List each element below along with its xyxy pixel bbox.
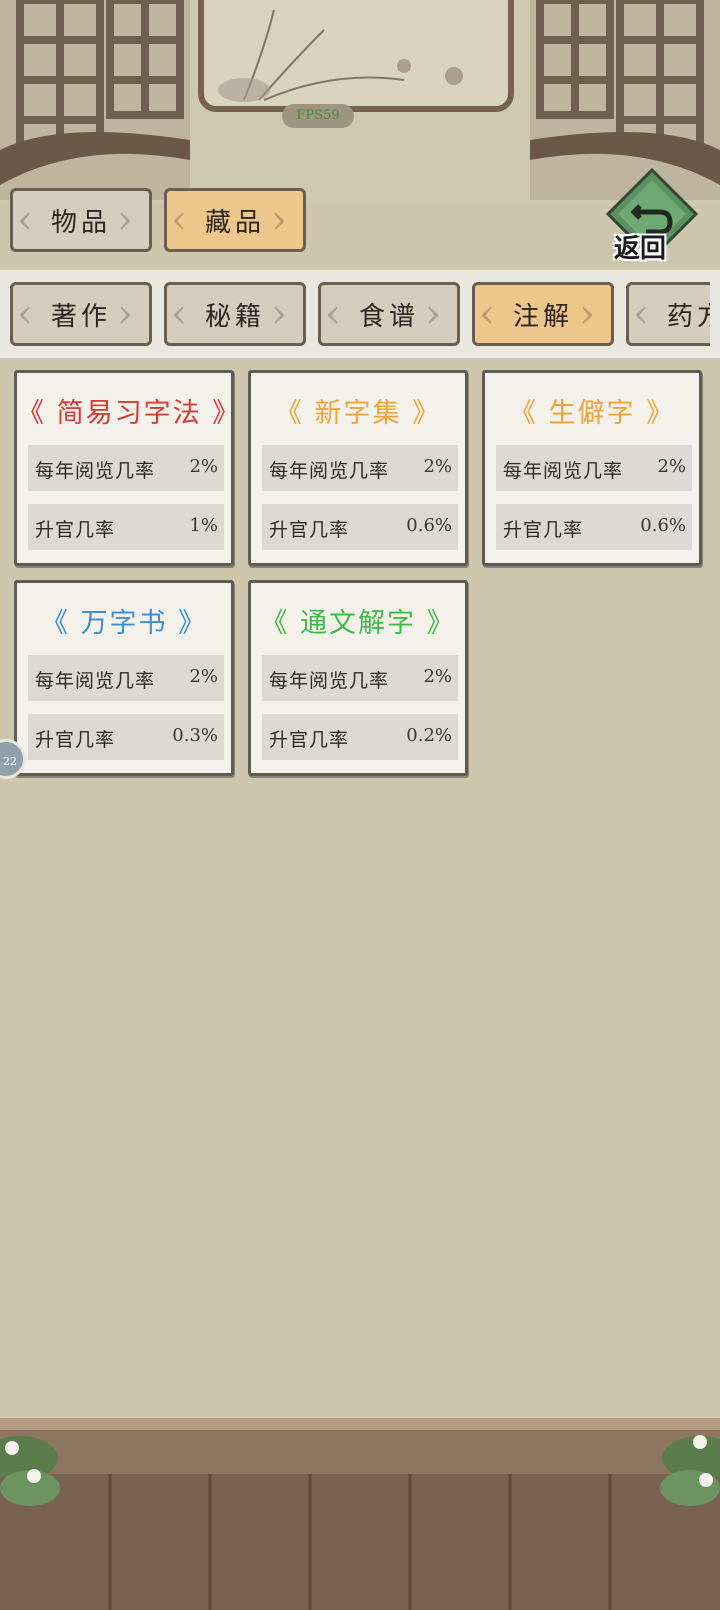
item-card[interactable]: 《 新字集 》 每年阅览几率 2% 升官几率 0.6% <box>248 370 468 566</box>
promotion-chance-row: 升官几率 0.6% <box>262 504 458 550</box>
read-chance-value: 2% <box>189 456 218 477</box>
tab-recipes-label: 食谱 <box>358 301 419 332</box>
tab-items[interactable]: ‹ 物品 › <box>10 188 152 252</box>
item-title: 《 简易习字法 》 <box>17 398 242 429</box>
tab-works-label: 著作 <box>50 301 111 332</box>
tab-prescriptions-label: 药方 <box>666 301 710 332</box>
read-chance-label: 每年阅览几率 <box>35 460 156 482</box>
tab-prescriptions[interactable]: ‹ 药方 › <box>626 282 710 346</box>
tab-annotations[interactable]: ‹ 注解 › <box>472 282 614 346</box>
tab-secret-manuals-label: 秘籍 <box>204 301 265 332</box>
read-chance-value: 2% <box>657 456 686 477</box>
flower-decoration-right <box>660 1435 720 1506</box>
read-chance-label: 每年阅览几率 <box>269 460 390 482</box>
tab-collection[interactable]: ‹ 藏品 › <box>164 188 306 252</box>
item-card[interactable]: 《 生僻字 》 每年阅览几率 2% 升官几率 0.6% <box>482 370 702 566</box>
item-title: 《 生僻字 》 <box>508 398 676 429</box>
promotion-chance-label: 升官几率 <box>35 519 116 541</box>
back-button[interactable]: 返回 <box>604 167 700 264</box>
promotion-chance-label: 升官几率 <box>269 729 350 751</box>
fps-counter: FPS59 <box>282 104 354 128</box>
read-chance-label: 每年阅览几率 <box>35 670 156 692</box>
promotion-chance-label: 升官几率 <box>269 519 350 541</box>
promotion-chance-label: 升官几率 <box>503 519 584 541</box>
item-card[interactable]: 《 简易习字法 》 每年阅览几率 2% 升官几率 1% <box>14 370 242 566</box>
read-chance-value: 2% <box>189 666 218 687</box>
promotion-chance-row: 升官几率 1% <box>28 504 224 550</box>
tab-recipes[interactable]: ‹ 食谱 › <box>318 282 460 346</box>
read-chance-row: 每年阅览几率 2% <box>28 445 224 491</box>
window-lattice-left <box>0 0 190 200</box>
tab-prescriptions-clip: ‹ 药方 › <box>626 282 710 346</box>
promotion-chance-row: 升官几率 0.2% <box>262 714 458 760</box>
read-chance-row: 每年阅览几率 2% <box>28 655 224 701</box>
promotion-chance-row: 升官几率 0.3% <box>28 714 224 760</box>
orchid-painting <box>198 0 514 112</box>
promotion-chance-row: 升官几率 0.6% <box>496 504 692 550</box>
promotion-chance-label: 升官几率 <box>35 729 116 751</box>
read-chance-label: 每年阅览几率 <box>503 460 624 482</box>
read-chance-value: 2% <box>423 666 452 687</box>
read-chance-row: 每年阅览几率 2% <box>262 655 458 701</box>
bottom-wood-ledge <box>0 1418 720 1610</box>
back-label: 返回 <box>614 234 667 264</box>
read-chance-row: 每年阅览几率 2% <box>262 445 458 491</box>
item-title: 《 通文解字 》 <box>260 608 456 639</box>
orchid-ink-illustration <box>218 9 463 102</box>
tab-collection-label: 藏品 <box>204 207 265 238</box>
category-tab-bar: ‹ 著作 › ‹ 秘籍 › ‹ 食谱 › ‹ 注解 › ‹ 药方 › <box>0 270 720 358</box>
tab-works[interactable]: ‹ 著作 › <box>10 282 152 346</box>
promotion-chance-value: 0.6% <box>640 515 686 536</box>
item-card[interactable]: 《 通文解字 》 每年阅览几率 2% 升官几率 0.2% <box>248 580 468 776</box>
promotion-chance-value: 0.3% <box>172 725 218 746</box>
tab-annotations-label: 注解 <box>512 301 573 332</box>
promotion-chance-value: 0.2% <box>406 725 452 746</box>
tab-items-label: 物品 <box>50 207 111 238</box>
item-title: 《 新字集 》 <box>274 398 442 429</box>
item-title: 《 万字书 》 <box>40 608 208 639</box>
read-chance-label: 每年阅览几率 <box>269 670 390 692</box>
read-chance-row: 每年阅览几率 2% <box>496 445 692 491</box>
item-card[interactable]: 《 万字书 》 每年阅览几率 2% 升官几率 0.3% <box>14 580 234 776</box>
promotion-chance-value: 1% <box>189 515 218 536</box>
read-chance-value: 2% <box>423 456 452 477</box>
promotion-chance-value: 0.6% <box>406 515 452 536</box>
tab-secret-manuals[interactable]: ‹ 秘籍 › <box>164 282 306 346</box>
